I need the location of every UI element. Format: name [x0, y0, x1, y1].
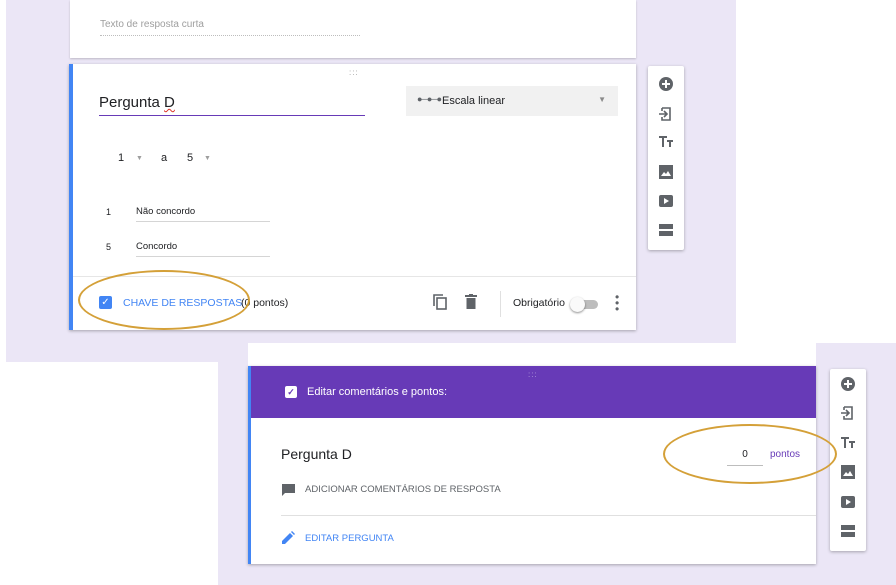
image-icon[interactable]: [840, 464, 856, 480]
question-title-prefix: Pergunta: [99, 94, 165, 111]
video-icon[interactable]: [840, 494, 856, 510]
question-title: Pergunta D: [281, 446, 352, 462]
title-icon[interactable]: [840, 435, 856, 451]
question-title-input[interactable]: Pergunta D: [99, 94, 365, 116]
import-question-icon[interactable]: [658, 106, 674, 122]
chevron-down-icon: ▼: [598, 95, 606, 104]
chevron-down-icon: ▼: [136, 155, 143, 162]
short-answer-placeholder: Texto de resposta curta: [100, 19, 360, 36]
add-feedback-button[interactable]: ADICIONAR COMENTÁRIOS DE RESPOSTA: [305, 484, 501, 495]
previous-question-card: Texto de resposta curta: [70, 0, 636, 58]
scale-to-text: a: [161, 152, 168, 164]
section-icon[interactable]: [658, 222, 674, 238]
add-question-icon[interactable]: [840, 376, 856, 392]
answer-key-icon: ✓: [285, 386, 297, 398]
add-question-icon[interactable]: [658, 76, 674, 92]
scale-to-select[interactable]: 5: [187, 152, 193, 164]
feedback-header-title: Editar comentários e pontos:: [307, 386, 448, 398]
comment-icon: [281, 483, 296, 497]
highlight-oval-points: [663, 424, 837, 484]
title-icon[interactable]: [658, 134, 674, 150]
edit-question-button[interactable]: EDITAR PERGUNTA: [305, 533, 394, 544]
drag-handle-icon[interactable]: :::: [349, 68, 359, 77]
linear-scale-icon: ●─●─●: [417, 94, 442, 104]
card-top-strip: [248, 343, 816, 366]
required-label: Obrigatório: [513, 297, 565, 309]
label-1-number: 1: [106, 207, 112, 217]
drag-handle-icon[interactable]: :::: [528, 370, 538, 379]
import-question-icon[interactable]: [840, 405, 856, 421]
chevron-down-icon: ▼: [204, 155, 211, 162]
label-1-input[interactable]: Não concordo: [136, 206, 270, 222]
toggle-knob: [570, 297, 585, 312]
more-options-icon[interactable]: • • •: [615, 291, 619, 315]
required-toggle[interactable]: [570, 297, 598, 312]
duplicate-icon[interactable]: [433, 294, 447, 315]
pencil-icon: [281, 531, 295, 545]
card-divider: [281, 515, 816, 516]
footer-divider: [500, 291, 501, 317]
question-type-label: Escala linear: [442, 95, 505, 107]
section-icon[interactable]: [840, 523, 856, 539]
label-5-number: 5: [106, 242, 112, 252]
highlight-oval-answer-key: [78, 270, 250, 330]
side-toolbar: [830, 369, 866, 551]
feedback-header: ::: ✓ Editar comentários e pontos:: [251, 366, 816, 418]
video-icon[interactable]: [658, 193, 674, 209]
scale-from-select[interactable]: 1: [118, 152, 124, 164]
label-5-input[interactable]: Concordo: [136, 241, 270, 257]
delete-icon[interactable]: [465, 294, 477, 314]
question-title-misspelled: D: [164, 94, 175, 111]
image-icon[interactable]: [658, 164, 674, 180]
question-type-dropdown[interactable]: ●─●─● Escala linear ▼: [406, 86, 618, 116]
side-toolbar: [648, 66, 684, 250]
